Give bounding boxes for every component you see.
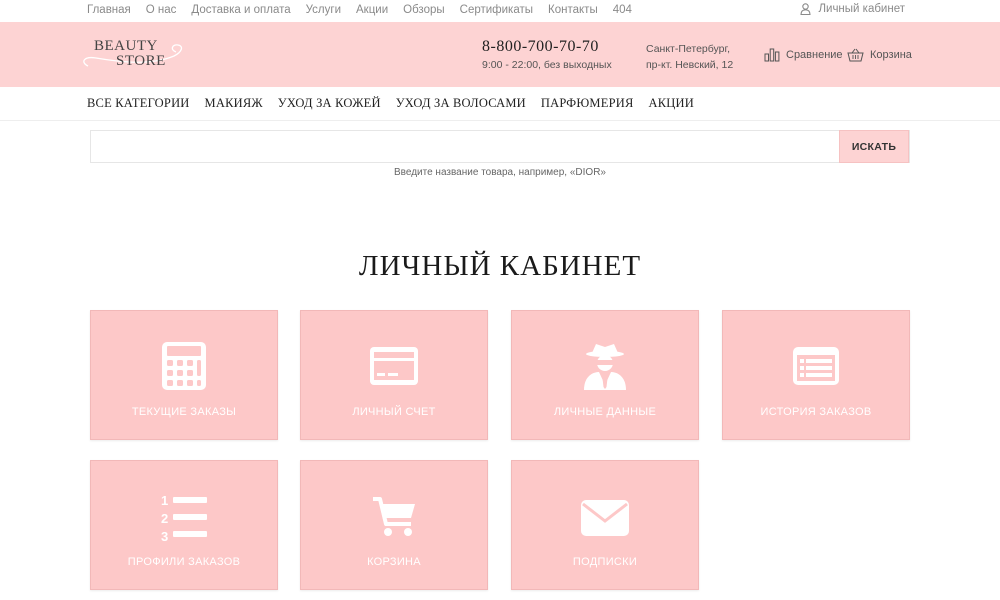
topnav-link-contacts[interactable]: Контакты: [548, 3, 598, 17]
tile-label: ТЕКУЩИЕ ЗАКАЗЫ: [131, 406, 237, 418]
tile-label: ЛИЧНЫЙ СЧЕТ: [352, 406, 436, 418]
category-perfume[interactable]: ПАРФЮМЕРИЯ: [541, 96, 634, 111]
tile-cart[interactable]: КОРЗИНА: [300, 460, 488, 590]
category-makeup[interactable]: МАКИЯЖ: [205, 96, 263, 111]
shopping-cart-icon: [373, 497, 415, 536]
category-all[interactable]: ВСЕ КАТЕГОРИИ: [87, 96, 190, 111]
tile-label: ИСТОРИЯ ЗАКАЗОВ: [760, 406, 872, 418]
search-button[interactable]: ИСКАТЬ: [839, 130, 909, 163]
tile-order-history[interactable]: ИСТОРИЯ ЗАКАЗОВ: [722, 310, 910, 440]
category-skincare[interactable]: УХОД ЗА КОЖЕЙ: [278, 96, 381, 111]
cart-label: Корзина: [870, 49, 912, 61]
tile-label: ПРОФИЛИ ЗАКАЗОВ: [127, 556, 241, 568]
account-link[interactable]: Личный кабинет: [800, 3, 905, 15]
numbered-list-icon: 1 2 3: [161, 493, 207, 543]
tile-label: КОРЗИНА: [367, 556, 421, 568]
tile-personal-account[interactable]: ЛИЧНЫЙ СЧЕТ: [300, 310, 488, 440]
phone-number[interactable]: 8-800-700-70-70: [482, 38, 599, 56]
logo[interactable]: BEAUTY STORE: [80, 36, 190, 74]
svg-text:1: 1: [161, 493, 168, 508]
category-promo[interactable]: АКЦИИ: [649, 96, 694, 111]
topnav-link-home[interactable]: Главная: [87, 3, 131, 17]
svg-text:3: 3: [161, 529, 168, 543]
topnav-link-certificates[interactable]: Сертификаты: [460, 3, 533, 17]
basket-icon: [847, 48, 864, 62]
search-input[interactable]: [91, 131, 841, 162]
store-address: Санкт-Петербург, пр-кт. Невский, 12: [646, 41, 733, 73]
calculator-icon: [162, 342, 206, 390]
topnav-link-about[interactable]: О нас: [146, 3, 177, 17]
topnav-link-services[interactable]: Услуги: [306, 3, 341, 17]
address-line-2: пр-кт. Невский, 12: [646, 59, 734, 71]
user-secret-icon: [584, 344, 626, 390]
tile-personal-data[interactable]: ЛИЧНЫЕ ДАННЫЕ: [511, 310, 699, 440]
top-nav: Главная О нас Доставка и оплата Услуги А…: [87, 3, 647, 17]
compare-label: Сравнение: [786, 49, 843, 61]
topnav-link-delivery[interactable]: Доставка и оплата: [191, 3, 290, 17]
envelope-icon: [581, 500, 629, 536]
tile-order-profiles[interactable]: 1 2 3 ПРОФИЛИ ЗАКАЗОВ: [90, 460, 278, 590]
tile-label: ЛИЧНЫЕ ДАННЫЕ: [553, 406, 657, 418]
tile-current-orders[interactable]: ТЕКУЩИЕ ЗАКАЗЫ: [90, 310, 278, 440]
page-title: ЛИЧНЫЙ КАБИНЕТ: [358, 250, 642, 282]
list-alt-icon: [793, 347, 839, 385]
compare-button[interactable]: Сравнение: [764, 48, 843, 62]
site-header: BEAUTY STORE 8-800-700-70-70 9:00 - 22:0…: [0, 22, 1000, 87]
category-haircare[interactable]: УХОД ЗА ВОЛОСАМИ: [396, 96, 526, 111]
topnav-link-reviews[interactable]: Обзоры: [403, 3, 444, 17]
bar-chart-icon: [764, 48, 780, 62]
credit-card-icon: [370, 347, 418, 385]
top-bar: Главная О нас Доставка и оплата Услуги А…: [0, 0, 1000, 22]
cart-button[interactable]: Корзина: [847, 48, 912, 62]
tile-label: ПОДПИСКИ: [572, 556, 638, 568]
topnav-link-404[interactable]: 404: [613, 3, 632, 17]
search-bar: ИСКАТЬ: [90, 130, 910, 163]
tile-subscriptions[interactable]: ПОДПИСКИ: [511, 460, 699, 590]
svg-text:2: 2: [161, 511, 168, 526]
address-line-1: Санкт-Петербург,: [646, 43, 730, 55]
user-icon: [800, 3, 812, 15]
search-hint: Введите название товара, например, «DIOR…: [393, 167, 606, 178]
working-hours: 9:00 - 22:00, без выходных: [482, 59, 612, 71]
logo-text-store: STORE: [116, 53, 166, 69]
account-label: Личный кабинет: [818, 3, 905, 15]
category-nav: ВСЕ КАТЕГОРИИ МАКИЯЖ УХОД ЗА КОЖЕЙ УХОД …: [0, 87, 1000, 121]
topnav-link-promo[interactable]: Акции: [356, 3, 388, 17]
